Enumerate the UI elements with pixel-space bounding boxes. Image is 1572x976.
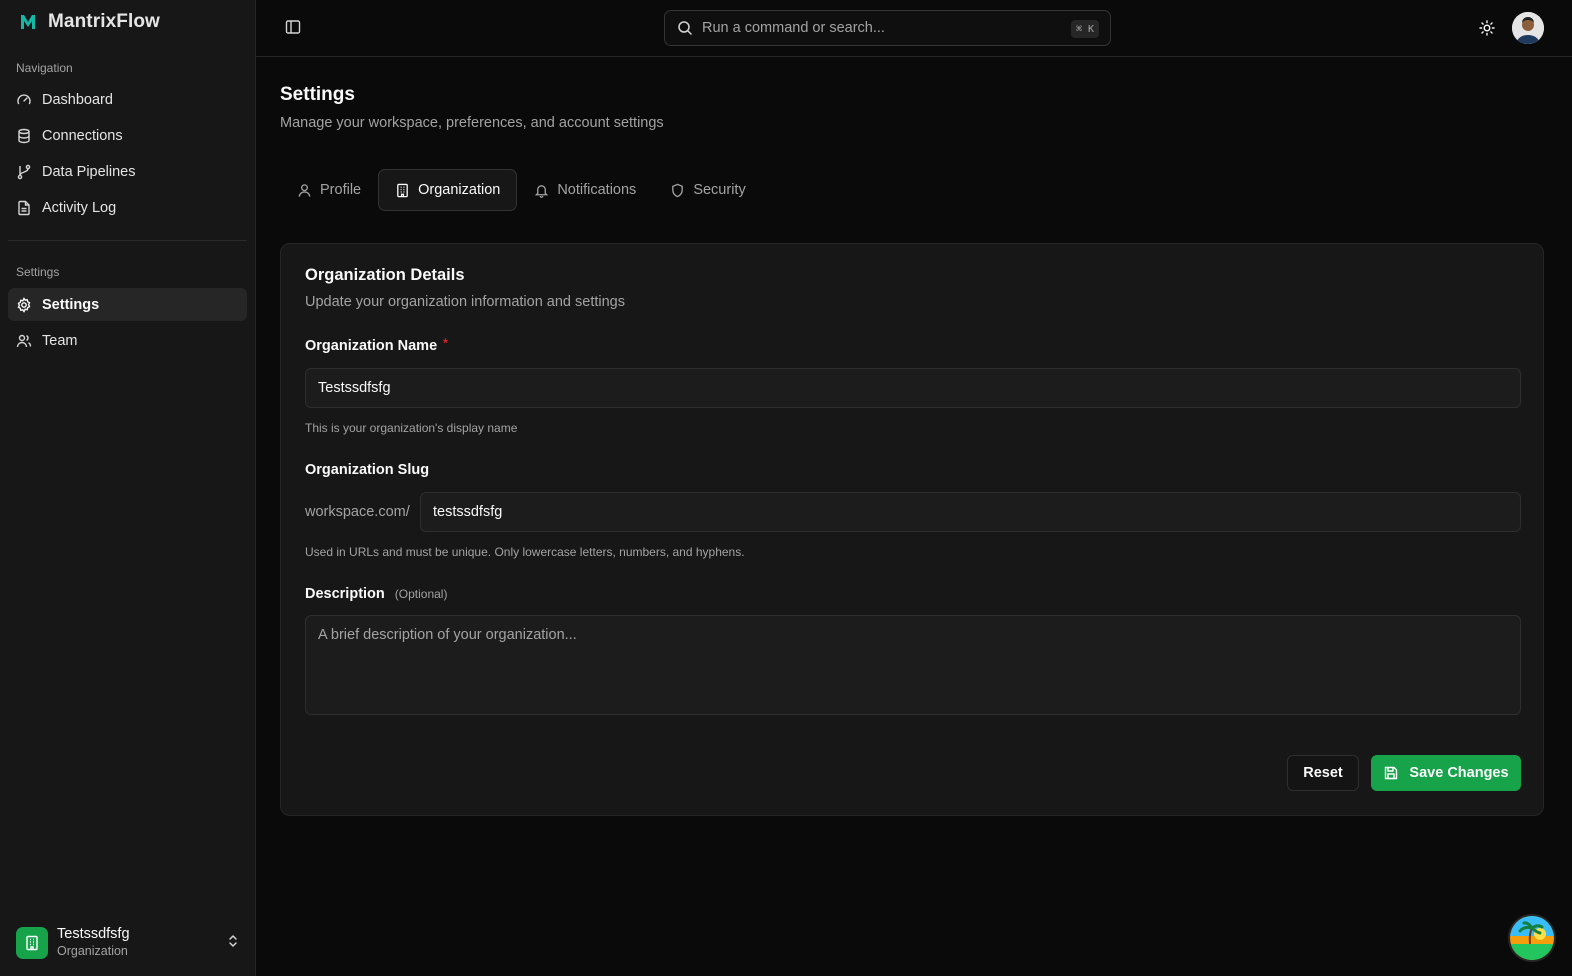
shield-icon — [672, 183, 684, 197]
mantrixflow-logo-icon — [18, 12, 38, 32]
users-icon — [16, 334, 32, 347]
theme-toggle-button[interactable] — [1476, 17, 1498, 39]
panel-left-icon — [285, 20, 301, 34]
save-changes-button[interactable]: Save Changes — [1371, 755, 1521, 791]
org-name-help: This is your organization's display name — [305, 421, 518, 435]
sidebar-item-label: Activity Log — [42, 199, 117, 216]
sidebar-item-label: Dashboard — [42, 91, 113, 108]
page-title: Settings — [280, 84, 355, 105]
page-subtitle: Manage your workspace, preferences, and … — [280, 115, 664, 131]
app-name: MantrixFlow — [48, 11, 160, 32]
save-icon — [1385, 766, 1398, 780]
description-label: Description (Optional) — [305, 586, 447, 602]
sidebar-divider — [8, 240, 247, 241]
gear-icon — [17, 296, 31, 313]
sidebar-item-data-pipelines[interactable]: Data Pipelines — [8, 155, 247, 188]
card-title: Organization Details — [305, 266, 465, 284]
search-shortcut: ⌘ K — [1070, 20, 1099, 38]
card-description: Update your organization information and… — [305, 294, 625, 310]
database-icon — [18, 128, 30, 143]
org-role: Organization — [57, 944, 128, 958]
sun-icon — [1479, 20, 1495, 36]
org-slug-help: Used in URLs and must be unique. Only lo… — [305, 545, 745, 559]
sidebar-item-activity-log[interactable]: Activity Log — [8, 191, 247, 224]
sidebar-item-connections[interactable]: Connections — [8, 119, 247, 152]
description-placeholder: A brief description of your organization… — [318, 627, 577, 643]
user-avatar[interactable] — [1512, 12, 1544, 44]
optional-tag: (Optional) — [394, 587, 448, 601]
org-avatar — [16, 927, 48, 959]
sidebar: MantrixFlow Navigation Dashboard Connect… — [0, 0, 256, 976]
org-name-label-text: Organization Name — [305, 338, 438, 354]
floating-assistant-button[interactable] — [1508, 914, 1556, 962]
org-name: Testssdfsfg — [57, 926, 130, 942]
description-textarea[interactable]: A brief description of your organization… — [305, 615, 1521, 715]
org-slug-label: Organization Slug — [305, 462, 430, 478]
git-branch-icon — [17, 164, 31, 179]
tab-label: Profile — [320, 182, 362, 198]
organization-switcher[interactable]: Testssdfsfg Organization — [16, 923, 240, 963]
sidebar-item-team[interactable]: Team — [8, 324, 247, 357]
reset-button[interactable]: Reset — [1287, 755, 1359, 791]
organization-details-card: Organization Details Update your organiz… — [280, 243, 1544, 816]
bell-icon — [535, 184, 549, 198]
user-icon — [298, 183, 311, 197]
save-label: Save Changes — [1409, 765, 1509, 781]
sidebar-toggle-button[interactable] — [282, 16, 304, 38]
org-name-input[interactable]: Testssdfsfg — [305, 368, 1521, 408]
gauge-icon — [17, 93, 31, 104]
settings-section-label: Settings — [16, 265, 60, 279]
org-name-value: Testssdfsfg — [318, 380, 391, 396]
search-placeholder: Run a command or search... — [702, 20, 885, 36]
org-slug-input[interactable]: testssdfsfg — [420, 492, 1521, 532]
sidebar-item-dashboard[interactable]: Dashboard — [8, 83, 247, 116]
search-icon — [678, 21, 693, 36]
required-mark: * — [443, 336, 448, 350]
description-label-text: Description — [305, 586, 385, 602]
tab-profile[interactable]: Profile — [280, 169, 378, 211]
slug-prefix: workspace.com/ — [305, 504, 410, 520]
building-icon — [397, 183, 408, 197]
tab-label: Notifications — [557, 182, 637, 198]
sidebar-item-label: Connections — [42, 127, 123, 144]
file-text-icon — [18, 200, 30, 215]
org-name-label: Organization Name * — [305, 336, 448, 354]
sidebar-item-label: Data Pipelines — [42, 163, 136, 180]
tab-label: Security — [693, 182, 746, 198]
tab-organization[interactable]: Organization — [378, 169, 518, 211]
sidebar-item-label: Team — [42, 332, 78, 349]
tab-security[interactable]: Security — [653, 169, 762, 211]
command-search-input[interactable]: Run a command or search... ⌘ K — [664, 10, 1111, 46]
org-slug-value: testssdfsfg — [433, 504, 503, 520]
settings-tabs: Profile Organization Notifications Secur… — [280, 169, 763, 211]
sidebar-item-label: Settings — [42, 296, 100, 313]
tab-label: Organization — [418, 182, 501, 198]
topbar: Run a command or search... ⌘ K — [256, 0, 1572, 57]
chevrons-up-down-icon — [226, 933, 240, 952]
tab-notifications[interactable]: Notifications — [517, 169, 653, 211]
nav-section-label: Navigation — [16, 61, 73, 75]
building-icon — [26, 935, 38, 951]
sidebar-item-settings[interactable]: Settings — [8, 288, 247, 321]
brand[interactable]: MantrixFlow — [18, 11, 160, 33]
